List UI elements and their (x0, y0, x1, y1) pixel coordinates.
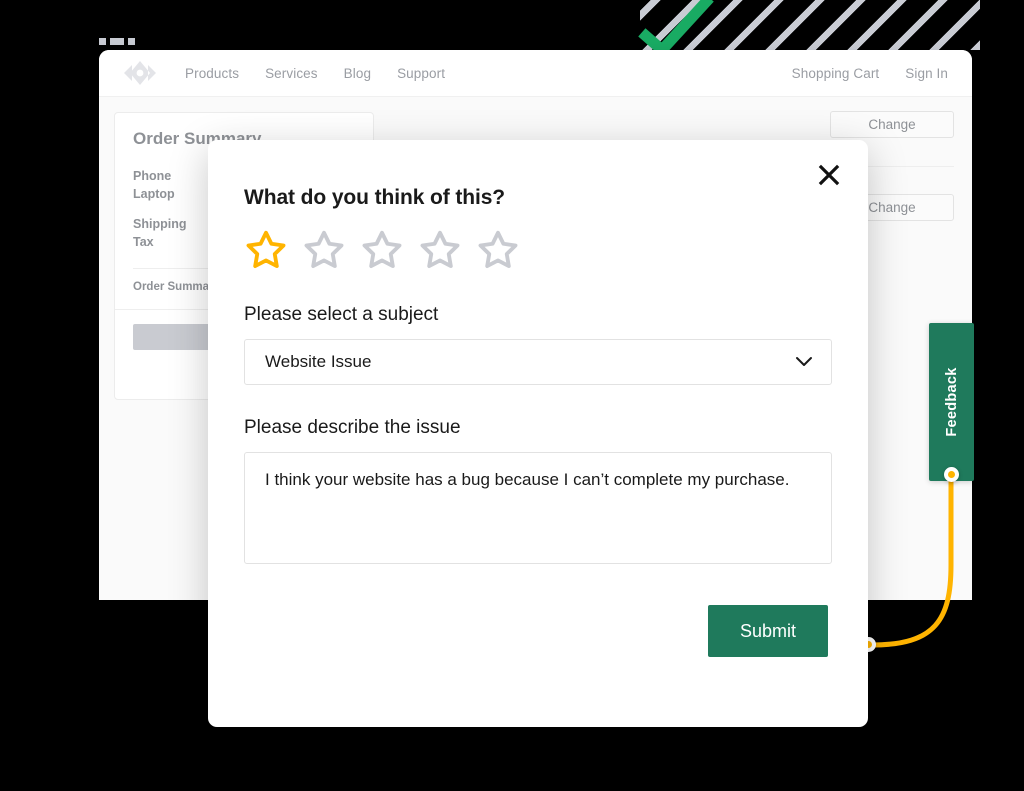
description-label: Please describe the issue (244, 417, 461, 438)
star-icon-5[interactable] (476, 228, 520, 272)
main-nav: Products Services Blog Support (185, 66, 445, 81)
subject-select-wrapper[interactable]: Website Issue (244, 339, 832, 385)
star-icon-1[interactable] (244, 228, 288, 272)
description-textarea[interactable] (244, 452, 832, 564)
nav-item-sign-in[interactable]: Sign In (905, 66, 948, 81)
nav-item-services[interactable]: Services (265, 66, 318, 81)
subject-select[interactable]: Website Issue (244, 339, 832, 385)
window-dot (128, 38, 135, 45)
site-header: Products Services Blog Support Shopping … (99, 50, 972, 97)
green-checkmark-icon (638, 0, 714, 54)
feedback-modal: What do you think of this? Please select… (208, 140, 868, 727)
star-icon-3[interactable] (360, 228, 404, 272)
window-dot (99, 38, 106, 45)
chevron-down-icon (796, 357, 812, 366)
subject-label: Please select a subject (244, 304, 439, 325)
feedback-tab-button[interactable]: Feedback (929, 323, 974, 481)
nav-item-blog[interactable]: Blog (344, 66, 371, 81)
utility-nav: Shopping Cart Sign In (792, 66, 948, 81)
nav-item-support[interactable]: Support (397, 66, 445, 81)
close-icon[interactable] (812, 158, 846, 192)
feedback-tab-label: Feedback (943, 367, 960, 437)
star-icon-4[interactable] (418, 228, 462, 272)
modal-title: What do you think of this? (244, 186, 506, 209)
nav-item-shopping-cart[interactable]: Shopping Cart (792, 66, 880, 81)
window-controls[interactable] (99, 38, 135, 45)
submit-button[interactable]: Submit (708, 605, 828, 657)
star-rating[interactable] (244, 228, 832, 272)
window-dot (110, 38, 124, 45)
star-icon-2[interactable] (302, 228, 346, 272)
nav-item-products[interactable]: Products (185, 66, 239, 81)
diamond-logo-icon[interactable] (123, 59, 157, 87)
screenshot-stage: Products Services Blog Support Shopping … (0, 0, 1024, 791)
connector-dot-tab (944, 467, 959, 482)
close-x-glyph (818, 164, 840, 186)
change-button-shipping[interactable]: Change (830, 111, 954, 138)
